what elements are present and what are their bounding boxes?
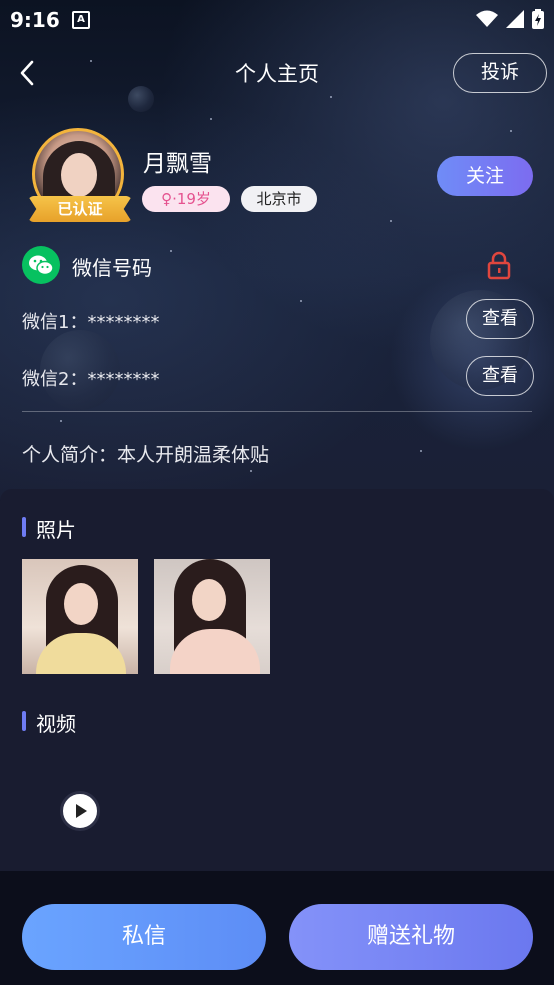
verified-badge: 已认证 bbox=[28, 196, 132, 222]
video-play-button[interactable] bbox=[60, 791, 100, 831]
play-icon bbox=[76, 804, 87, 818]
wechat-entry-label: 微信1：******** bbox=[22, 312, 160, 333]
status-time: 9:16 bbox=[10, 8, 60, 32]
report-button[interactable]: 投诉 bbox=[453, 53, 547, 93]
lock-icon bbox=[487, 251, 511, 280]
view-wechat-button[interactable]: 查看 bbox=[466, 356, 534, 396]
wechat-icon bbox=[22, 246, 60, 284]
top-nav: 个人主页 投诉 bbox=[0, 48, 554, 100]
wechat-entry-label: 微信2：******** bbox=[22, 369, 160, 390]
notification-a-icon: A bbox=[72, 11, 90, 29]
signal-icon bbox=[506, 10, 524, 28]
age-gender-tag: ♀·19岁 bbox=[142, 186, 230, 212]
wechat-header: 微信号码 bbox=[22, 246, 534, 284]
view-wechat-button[interactable]: 查看 bbox=[466, 299, 534, 339]
wechat-entry: 微信1：******** 查看 bbox=[22, 299, 534, 341]
videos-section-title: 视频 bbox=[22, 708, 76, 737]
wechat-entry: 微信2：******** 查看 bbox=[22, 356, 534, 398]
photos-section-title: 照片 bbox=[22, 514, 76, 543]
wechat-title: 微信号码 bbox=[72, 256, 152, 280]
system-icons bbox=[476, 9, 544, 29]
wifi-icon bbox=[476, 10, 498, 27]
profile-intro: 个人简介：本人开朗温柔体贴 bbox=[22, 444, 270, 466]
divider bbox=[22, 411, 532, 412]
send-gift-button[interactable]: 赠送礼物 bbox=[289, 904, 533, 970]
follow-button[interactable]: 关注 bbox=[437, 156, 533, 196]
city-tag: 北京市 bbox=[241, 186, 317, 212]
status-bar: 9:16 A bbox=[0, 0, 554, 38]
photo-thumbnail[interactable] bbox=[22, 559, 138, 674]
battery-icon bbox=[532, 9, 544, 29]
avatar-container[interactable]: 已认证 bbox=[28, 128, 132, 224]
profile-name: 月飘雪 bbox=[143, 151, 212, 177]
photo-thumbnail[interactable] bbox=[154, 559, 270, 674]
private-message-button[interactable]: 私信 bbox=[22, 904, 266, 970]
